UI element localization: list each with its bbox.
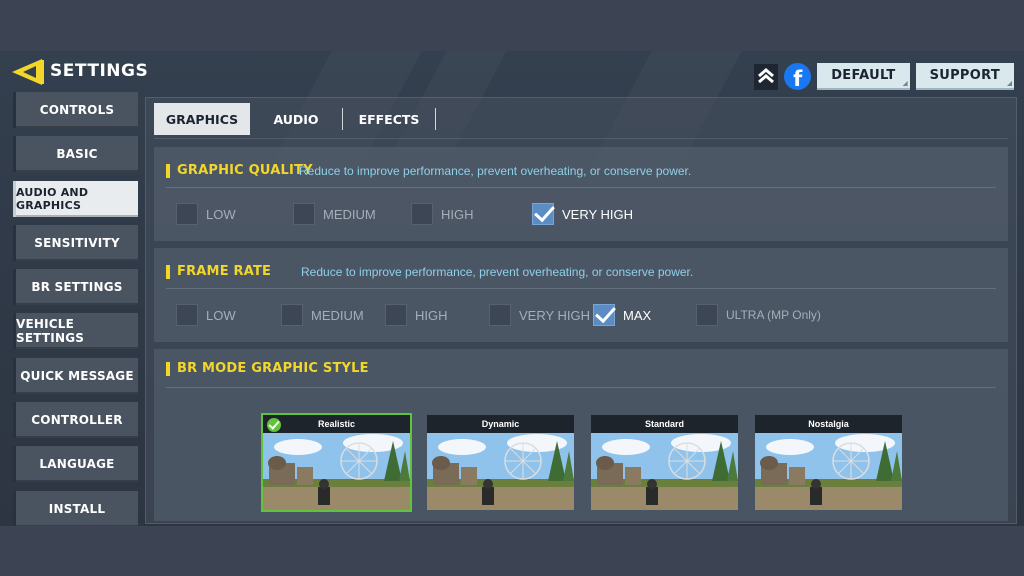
sidebar-item-controller[interactable]: CONTROLLER (13, 402, 138, 439)
support-button[interactable]: SUPPORT (915, 63, 1014, 90)
checkbox[interactable] (293, 203, 315, 225)
header-actions: f DEFAULT SUPPORT (754, 63, 1014, 90)
default-button[interactable]: DEFAULT (817, 63, 910, 90)
sidebar-item-basic[interactable]: BASIC (13, 136, 138, 173)
preview-image (263, 433, 410, 510)
tab-audio[interactable]: AUDIO (250, 103, 342, 135)
preview-image (427, 433, 574, 510)
sidebar-item-language[interactable]: LANGUAGE (13, 446, 138, 483)
option-label: LOW (206, 307, 236, 323)
sidebar-item-vehicle-settings[interactable]: VEHICLE SETTINGS (13, 313, 138, 350)
frame-rate-heading: FRAME RATE (166, 264, 271, 279)
checkbox[interactable] (696, 304, 718, 326)
facebook-icon[interactable]: f (784, 63, 812, 90)
sidebar-item-quick-message[interactable]: QUICK MESSAGE (13, 357, 138, 394)
graphic-quality-section: GRAPHIC QUALITY Reduce to improve perfor… (154, 147, 1008, 241)
graphic-quality-very-high[interactable]: VERY HIGH (532, 203, 633, 225)
sidebar-item-install[interactable]: INSTALL (13, 490, 138, 526)
frame-rate-description: Reduce to improve performance, prevent o… (301, 265, 694, 279)
checkbox-checked[interactable] (532, 203, 554, 225)
option-label: VERY HIGH (519, 307, 591, 323)
sidebar-item-sensitivity[interactable]: SENSITIVITY (13, 224, 138, 261)
sidebar-item-br-settings[interactable]: BR SETTINGS (13, 269, 138, 306)
option-label: VERY HIGH (562, 206, 634, 222)
preview-image (755, 433, 902, 510)
style-card-title: Standard (591, 415, 738, 433)
section-marker (166, 264, 170, 279)
back-bar-decoration (40, 60, 44, 84)
option-label: HIGH (415, 307, 448, 323)
preview-image (591, 433, 738, 510)
style-card-realistic[interactable]: Realistic (261, 413, 412, 512)
option-label: ULTRA (MP Only) (726, 308, 821, 322)
tab-bar: GRAPHICS AUDIO EFFECTS (154, 103, 436, 135)
frame-rate-section: FRAME RATE Reduce to improve performance… (154, 248, 1008, 342)
br-mode-heading: BR MODE GRAPHIC STYLE (166, 361, 369, 376)
preview-scene-svg (427, 433, 574, 510)
section-marker (166, 163, 170, 178)
style-card-title: Realistic (263, 415, 410, 433)
section-divider (166, 288, 996, 289)
tab-effects[interactable]: EFFECTS (343, 103, 435, 135)
frame-rate-high[interactable]: HIGH (385, 304, 448, 326)
style-card-dynamic[interactable]: Dynamic (427, 415, 574, 510)
graphic-quality-medium[interactable]: MEDIUM (293, 203, 376, 225)
option-label: MEDIUM (311, 307, 364, 323)
option-label: MAX (623, 307, 652, 323)
rank-chevron-svg (758, 67, 775, 83)
tab-underline (154, 138, 1008, 139)
tab-graphics[interactable]: GRAPHICS (154, 103, 250, 135)
checkbox-checked[interactable] (593, 304, 615, 326)
graphic-quality-description: Reduce to improve performance, prevent o… (299, 164, 692, 178)
checkbox[interactable] (489, 304, 511, 326)
graphic-quality-title: GRAPHIC QUALITY (177, 163, 313, 178)
back-arrow-icon[interactable] (12, 59, 42, 85)
br-mode-title: BR MODE GRAPHIC STYLE (177, 361, 369, 376)
frame-rate-very-high[interactable]: VERY HIGH (489, 304, 590, 326)
checkbox[interactable] (281, 304, 303, 326)
option-label: LOW (206, 206, 236, 222)
page-title: SETTINGS (50, 61, 149, 81)
rank-chevron-icon[interactable] (754, 63, 779, 90)
frame-rate-title: FRAME RATE (177, 264, 272, 279)
preview-scene-svg (591, 433, 738, 510)
style-card-title: Dynamic (427, 415, 574, 433)
frame-rate-max[interactable]: MAX (593, 304, 651, 326)
graphic-quality-low[interactable]: LOW (176, 203, 236, 225)
checkbox[interactable] (411, 203, 433, 225)
checkbox[interactable] (176, 304, 198, 326)
frame-rate-low[interactable]: LOW (176, 304, 236, 326)
settings-panel: GRAPHICS AUDIO EFFECTS GRAPHIC QUALITY R… (145, 97, 1017, 524)
sidebar: CONTROLS BASIC AUDIO AND GRAPHICS SENSIT… (13, 92, 138, 526)
section-marker (166, 361, 170, 376)
settings-screen: SETTINGS f DEFAULT SUPPORT CONTROLS BASI… (0, 51, 1024, 526)
frame-rate-medium[interactable]: MEDIUM (281, 304, 364, 326)
selected-check-icon (267, 418, 281, 432)
frame-rate-ultra[interactable]: ULTRA (MP Only) (696, 304, 821, 326)
graphic-quality-heading: GRAPHIC QUALITY (166, 163, 313, 178)
preview-scene-svg (263, 433, 410, 510)
option-label: MEDIUM (323, 206, 376, 222)
section-divider (166, 387, 996, 388)
checkbox[interactable] (176, 203, 198, 225)
style-card-nostalgia[interactable]: Nostalgia (755, 415, 902, 510)
sidebar-item-controls[interactable]: CONTROLS (13, 92, 138, 128)
section-divider (166, 187, 996, 188)
graphic-quality-high[interactable]: HIGH (411, 203, 474, 225)
option-label: HIGH (441, 206, 474, 222)
tab-divider (435, 108, 436, 130)
sidebar-item-audio-and-graphics[interactable]: AUDIO AND GRAPHICS (13, 180, 138, 217)
preview-scene-svg (755, 433, 902, 510)
style-card-standard[interactable]: Standard (591, 415, 738, 510)
br-mode-section: BR MODE GRAPHIC STYLE Realistic Dynamic (154, 349, 1008, 521)
checkbox[interactable] (385, 304, 407, 326)
style-card-title: Nostalgia (755, 415, 902, 433)
